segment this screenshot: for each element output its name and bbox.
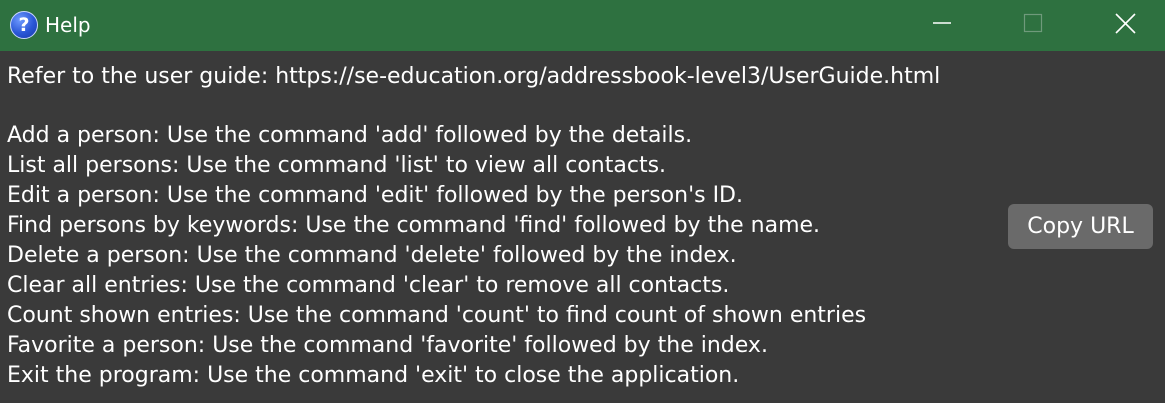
title-bar[interactable]: ? Help: [0, 0, 1165, 51]
help-command-add: Add a person: Use the command 'add' foll…: [7, 123, 693, 148]
close-icon: [1115, 13, 1136, 34]
help-window: ? Help Refer to the user guide: https://…: [0, 0, 1165, 403]
help-command-clear: Clear all entries: Use the command 'clea…: [7, 273, 730, 298]
minimize-icon: [933, 22, 951, 24]
help-command-find: Find persons by keywords: Use the comman…: [7, 213, 821, 238]
user-guide-text: Refer to the user guide: https://se-educ…: [7, 64, 941, 89]
help-command-count: Count shown entries: Use the command 'co…: [7, 303, 867, 328]
window-title: Help: [45, 13, 91, 37]
close-button[interactable]: [1079, 0, 1165, 46]
help-command-edit: Edit a person: Use the command 'edit' fo…: [7, 183, 743, 208]
copy-url-button[interactable]: Copy URL: [1008, 204, 1153, 249]
maximize-button[interactable]: [987, 0, 1079, 46]
help-command-favorite: Favorite a person: Use the command 'favo…: [7, 333, 768, 358]
help-question-icon: ?: [10, 11, 38, 39]
minimize-button[interactable]: [896, 0, 988, 46]
help-command-list: List all persons: Use the command 'list'…: [7, 153, 667, 178]
maximize-icon: [1023, 13, 1043, 33]
help-command-exit: Exit the program: Use the command 'exit'…: [7, 363, 740, 388]
help-content: Refer to the user guide: https://se-educ…: [0, 51, 1165, 403]
help-command-delete: Delete a person: Use the command 'delete…: [7, 243, 737, 268]
